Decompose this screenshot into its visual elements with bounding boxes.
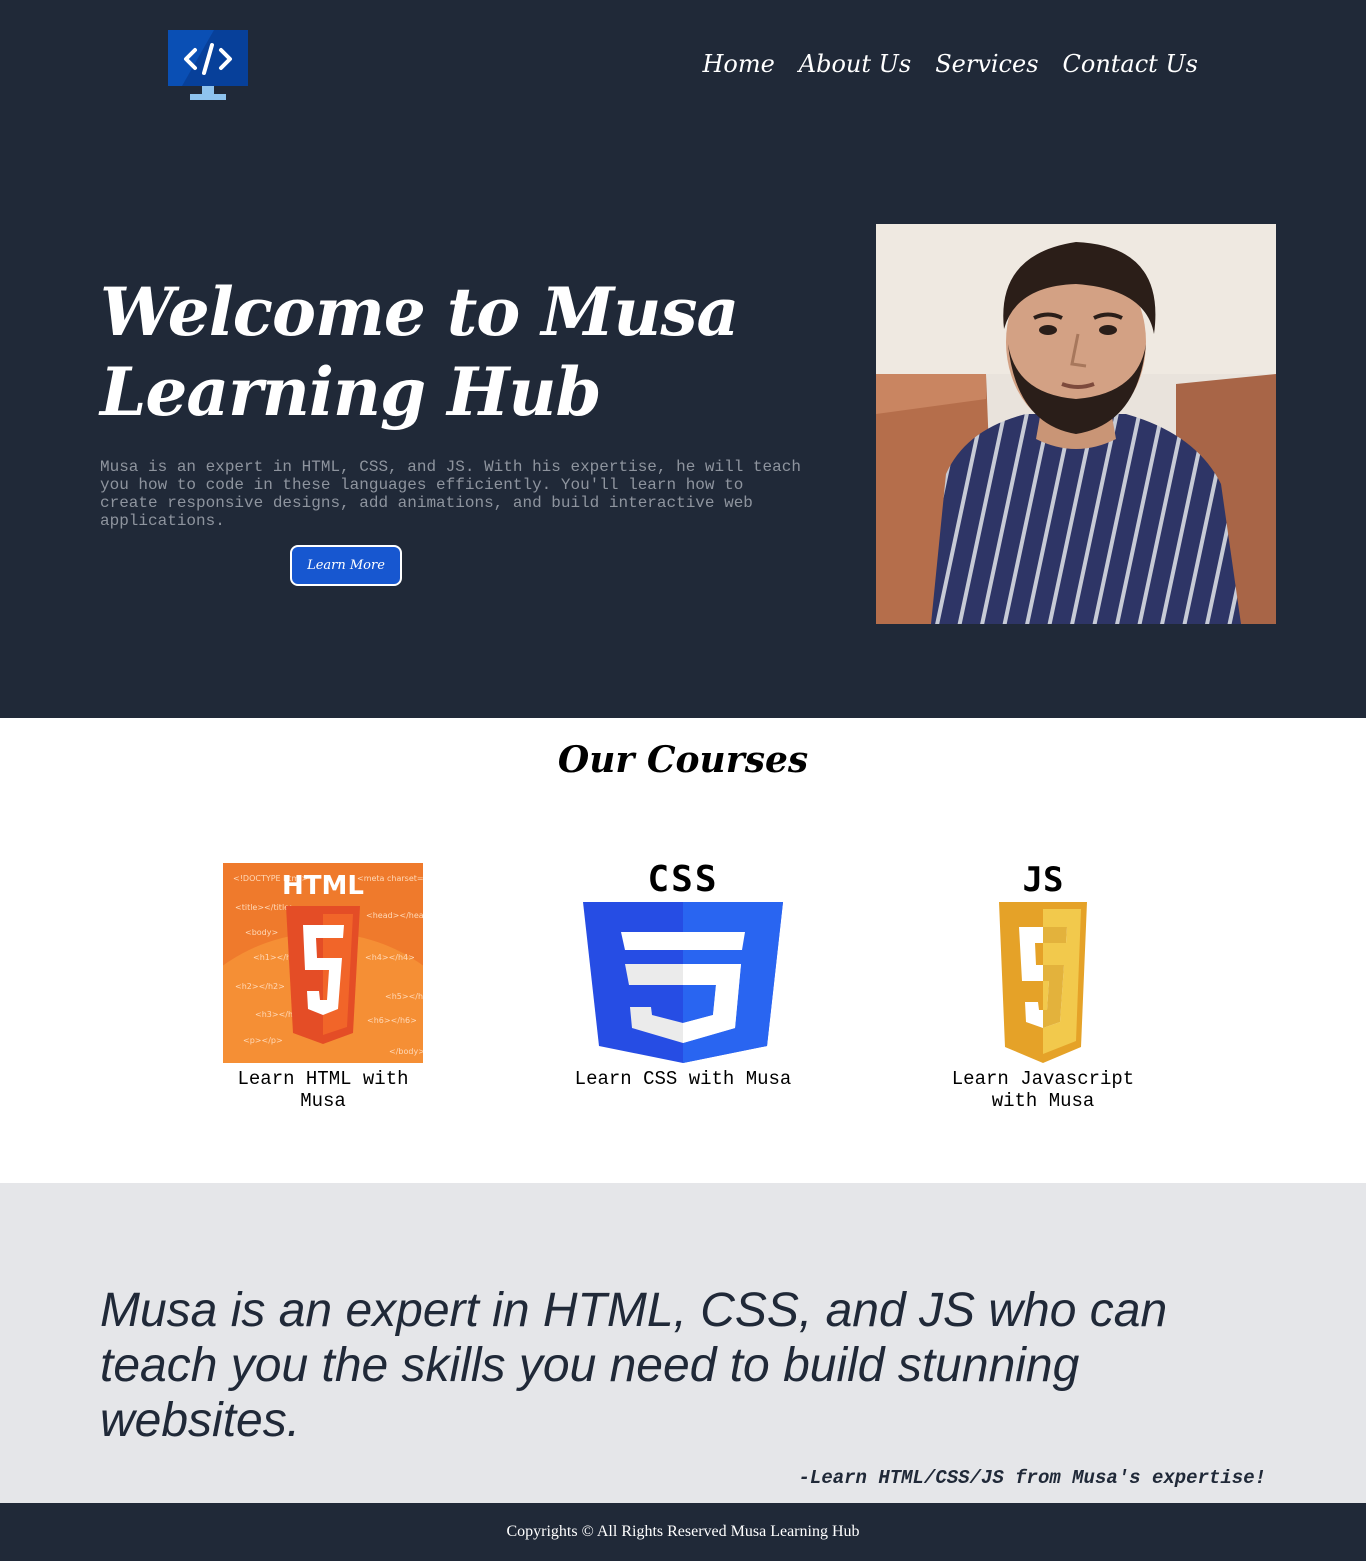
nav-about-us[interactable]: About Us	[799, 48, 911, 80]
svg-text:<p></p>: <p></p>	[243, 1036, 283, 1045]
course-label-html: Learn HTML with Musa	[237, 1068, 409, 1112]
code-monitor-icon[interactable]	[168, 30, 248, 100]
nav-home[interactable]: Home	[702, 48, 774, 80]
portrait-photo	[876, 224, 1276, 624]
course-card-css[interactable]: CSS Learn CSS with Musa	[573, 863, 793, 1090]
js-logo-text: JS	[1023, 863, 1064, 900]
svg-text:</body>: </body>	[389, 1047, 423, 1056]
courses-title: Our Courses	[557, 739, 809, 781]
svg-text:<h6></h6>: <h6></h6>	[367, 1016, 417, 1025]
footer-copyright: Copyrights © All Rights Reserved Musa Le…	[506, 1523, 860, 1540]
hero-section: Home About Us Services Contact Us Welcom…	[0, 0, 1366, 718]
course-label-js: Learn Javascript with Musa	[951, 1068, 1135, 1112]
svg-text:<body>: <body>	[245, 928, 278, 937]
js-logo-icon: JS	[943, 863, 1143, 1063]
quote-signature: -Learn HTML/CSS/JS from Musa's expertise…	[798, 1467, 1266, 1489]
footer: Copyrights © All Rights Reserved Musa Le…	[0, 1503, 1366, 1561]
html5-logo-icon: <!DOCTYPE html> <meta charset="utf-8"> <…	[223, 863, 423, 1063]
svg-text:<meta charset="utf-8">: <meta charset="utf-8">	[357, 874, 423, 883]
learn-more-button[interactable]: Learn More	[290, 545, 402, 586]
svg-text:<head></head>: <head></head>	[366, 911, 423, 920]
html-logo-text: HTML	[282, 871, 364, 901]
quote-text: Musa is an expert in HTML, CSS, and JS w…	[100, 1284, 1168, 1447]
svg-text:<h4></h4>: <h4></h4>	[365, 953, 415, 962]
quote-section: Musa is an expert in HTML, CSS, and JS w…	[0, 1183, 1366, 1503]
course-card-js[interactable]: JS Learn Javascript with Musa	[933, 863, 1153, 1112]
course-card-html[interactable]: <!DOCTYPE html> <meta charset="utf-8"> <…	[213, 863, 433, 1112]
css3-logo-icon: CSS	[583, 863, 783, 1063]
nav-services[interactable]: Services	[935, 48, 1038, 80]
hero-title: Welcome to Musa Learning Hub	[100, 273, 739, 431]
course-label-css: Learn CSS with Musa	[574, 1068, 792, 1090]
main-nav: Home About Us Services Contact Us	[702, 48, 1198, 80]
svg-text:<h5></h5>: <h5></h5>	[385, 992, 423, 1001]
nav-contact-us[interactable]: Contact Us	[1063, 48, 1198, 80]
hero-description: Musa is an expert in HTML, CSS, and JS. …	[100, 458, 801, 530]
svg-text:<h2></h2>: <h2></h2>	[235, 982, 285, 991]
css-logo-text: CSS	[647, 863, 718, 900]
